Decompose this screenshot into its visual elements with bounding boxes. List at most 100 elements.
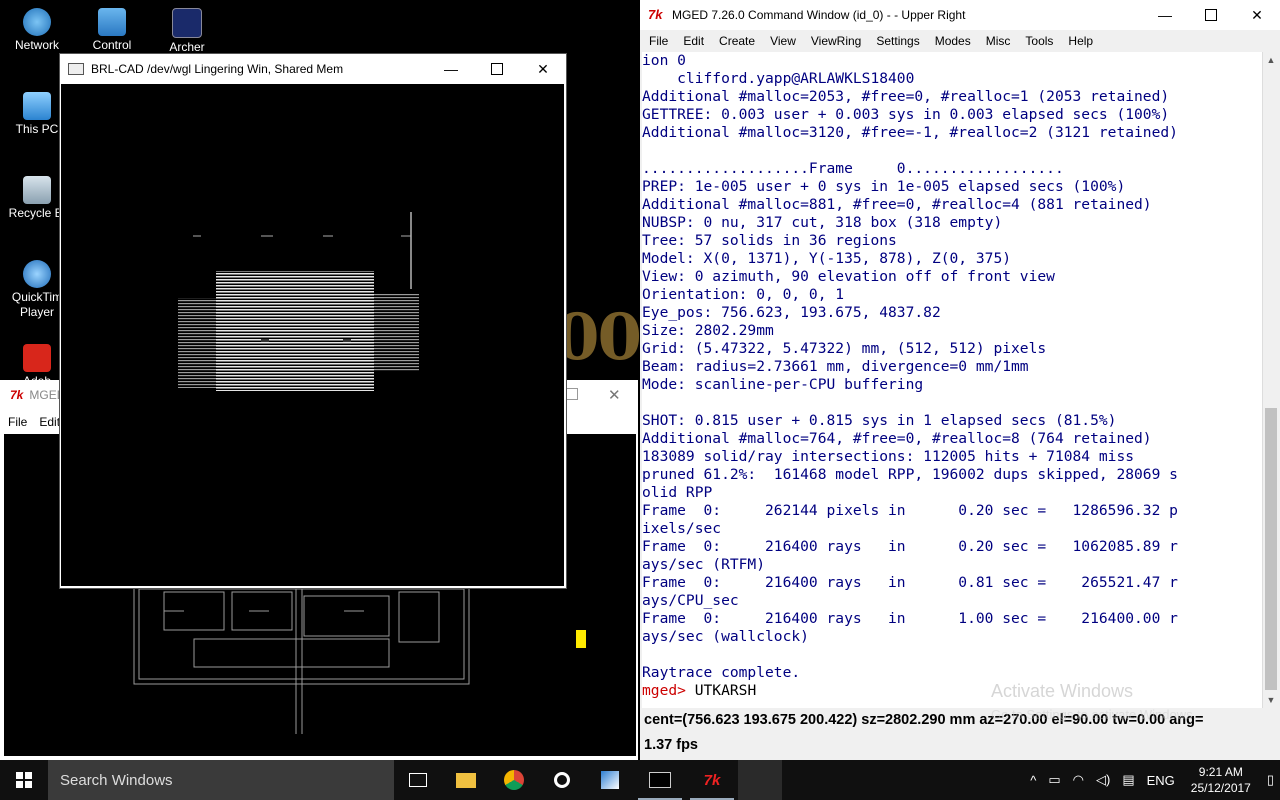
scroll-up-icon[interactable]: ▲: [1263, 52, 1279, 68]
menu-tools[interactable]: Tools: [1016, 34, 1059, 48]
scroll-down-icon[interactable]: ▼: [1263, 692, 1279, 708]
task-view-icon: [409, 773, 427, 787]
task-view-button[interactable]: [394, 760, 442, 800]
console-line: Frame 0: 216400 rays in 1.00 sec = 21640…: [642, 610, 1178, 627]
menu-file[interactable]: File: [0, 415, 31, 429]
console-input-line[interactable]: mged> UTKARSH: [642, 682, 1262, 700]
menu-create[interactable]: Create: [710, 34, 761, 48]
console-line: pruned 61.2%: 161468 model RPP, 196002 d…: [642, 466, 1178, 483]
console-line: View: 0 azimuth, 90 elevation off of fro…: [642, 268, 1055, 285]
file-explorer-button[interactable]: [442, 760, 490, 800]
cursor-marker: [576, 630, 586, 648]
action-center-icon[interactable]: ▯: [1261, 772, 1280, 788]
console-line: Frame 0: 262144 pixels in 0.20 sec = 128…: [642, 502, 1178, 519]
raytrace-render: [178, 212, 419, 391]
console-scrollbar[interactable]: ▲ ▼: [1262, 52, 1279, 708]
scroll-thumb[interactable]: [1265, 408, 1277, 690]
menu-viewring[interactable]: ViewRing: [802, 34, 867, 48]
fps-status: 1.37 fps: [644, 737, 698, 753]
command-input[interactable]: UTKARSH: [695, 682, 757, 699]
media-icon: [554, 772, 570, 788]
window-thumbnail-icon: [738, 760, 782, 800]
console-line: 183089 solid/ray intersections: 112005 h…: [642, 448, 1135, 465]
volume-icon[interactable]: ◁): [1090, 772, 1116, 788]
notifications-icon[interactable]: ▤: [1116, 772, 1140, 788]
recycle-bin-icon: [23, 176, 51, 204]
console-line: SHOT: 0.815 user + 0.815 sys in 1 elapse…: [642, 412, 1117, 429]
console-line: NUBSP: 0 nu, 317 cut, 318 box (318 empty…: [642, 214, 1003, 231]
close-icon: ✕: [1251, 6, 1263, 23]
minimize-button[interactable]: —: [428, 54, 474, 84]
console-line: Mode: scanline-per-CPU buffering: [642, 376, 924, 393]
battery-icon[interactable]: ▭: [1042, 772, 1066, 788]
console-line: ays/CPU_sec: [642, 592, 739, 609]
console-line: Additional #malloc=3120, #free=-1, #real…: [642, 124, 1178, 141]
command-prompt: mged>: [642, 682, 686, 699]
console-line: GETTREE: 0.003 user + 0.003 sys in 0.003…: [642, 106, 1170, 123]
taskbar-search-box[interactable]: Search Windows: [48, 760, 394, 800]
media-button[interactable]: [538, 760, 586, 800]
command-window-title: MGED 7.26.0 Command Window (id_0) - - Up…: [672, 8, 966, 22]
chrome-icon: [504, 770, 524, 790]
control-panel-desktop-icon[interactable]: Control: [75, 8, 149, 53]
system-tray: ^ ▭ ◠ ◁) ▤ ENG 9:21 AM 25/12/2017 ▯: [1024, 760, 1280, 800]
console-output: ion 0 clifford.yapp@ARLAWKLS18400 Additio…: [642, 52, 1262, 682]
clock[interactable]: 9:21 AM 25/12/2017: [1181, 764, 1261, 796]
chevron-up-icon[interactable]: ^: [1024, 773, 1042, 788]
console-line: Additional #malloc=881, #free=0, #reallo…: [642, 196, 1152, 213]
console-line: ...................Frame 0..............…: [642, 160, 1064, 177]
network-desktop-icon[interactable]: Network: [0, 8, 74, 53]
window-thumbnail-button[interactable]: [738, 760, 782, 800]
app-icon: [601, 771, 619, 789]
control-panel-icon: [98, 8, 126, 36]
maximize-icon: [491, 63, 503, 75]
close-button[interactable]: ✕: [1234, 0, 1280, 30]
console-taskbar-button[interactable]: [634, 760, 686, 800]
console-line: PREP: 1e-005 user + 0 sys in 1e-005 elap…: [642, 178, 1126, 195]
wallpaper-text: 00: [555, 300, 642, 375]
console-line: Frame 0: 216400 rays in 0.20 sec = 10620…: [642, 538, 1178, 555]
start-button[interactable]: [0, 760, 48, 800]
console-line: Raytrace complete.: [642, 664, 801, 681]
console-line: Size: 2802.29mm: [642, 322, 774, 339]
chrome-button[interactable]: [490, 760, 538, 800]
mged-taskbar-button[interactable]: 7k: [686, 760, 738, 800]
console-line: ion 0: [642, 52, 686, 69]
maximize-button[interactable]: [1188, 0, 1234, 30]
network-icon: [23, 8, 51, 36]
console-line: Beam: radius=2.73661 mm, divergence=0 mm…: [642, 358, 1029, 375]
tk-icon: 7k: [703, 771, 721, 789]
taskbar: Search Windows 7k ^ ▭ ◠ ◁) ▤ ENG 9:21 AM…: [0, 760, 1280, 800]
language-indicator[interactable]: ENG: [1141, 773, 1181, 788]
minimize-button[interactable]: —: [1142, 0, 1188, 30]
console-line: clifford.yapp@ARLAWKLS18400: [642, 70, 915, 87]
framebuffer-window: BRL-CAD /dev/wgl Lingering Win, Shared M…: [59, 53, 567, 589]
menu-file[interactable]: File: [640, 34, 674, 48]
console-line: Tree: 57 solids in 36 regions: [642, 232, 897, 249]
quicktime-icon: [23, 260, 51, 288]
console-icon: [649, 772, 671, 788]
close-icon[interactable]: ✕: [608, 386, 621, 404]
menu-misc[interactable]: Misc: [977, 34, 1017, 48]
menu-help[interactable]: Help: [1059, 34, 1099, 48]
menu-edit[interactable]: Edit: [674, 34, 710, 48]
archer-desktop-icon[interactable]: Archer: [150, 8, 224, 55]
menu-settings[interactable]: Settings: [867, 34, 925, 48]
command-window-titlebar: 7k MGED 7.26.0 Command Window (id_0) - -…: [640, 0, 1280, 30]
console-line: Additional #malloc=2053, #free=0, #reall…: [642, 88, 1170, 105]
mged-command-window: 7k MGED 7.26.0 Command Window (id_0) - -…: [640, 0, 1280, 760]
close-button[interactable]: ✕: [520, 54, 566, 84]
raytrace-image: [61, 84, 564, 586]
menu-view[interactable]: View: [761, 34, 802, 48]
maximize-icon[interactable]: [566, 388, 578, 400]
minimize-icon: —: [1158, 7, 1172, 23]
wifi-icon[interactable]: ◠: [1067, 772, 1090, 788]
maximize-button[interactable]: [474, 54, 520, 84]
app-button[interactable]: [586, 760, 634, 800]
clock-time: 9:21 AM: [1198, 765, 1243, 779]
menu-modes[interactable]: Modes: [926, 34, 977, 48]
window-icon: [68, 63, 84, 75]
command-console[interactable]: ion 0 clifford.yapp@ARLAWKLS18400 Additio…: [642, 52, 1262, 708]
